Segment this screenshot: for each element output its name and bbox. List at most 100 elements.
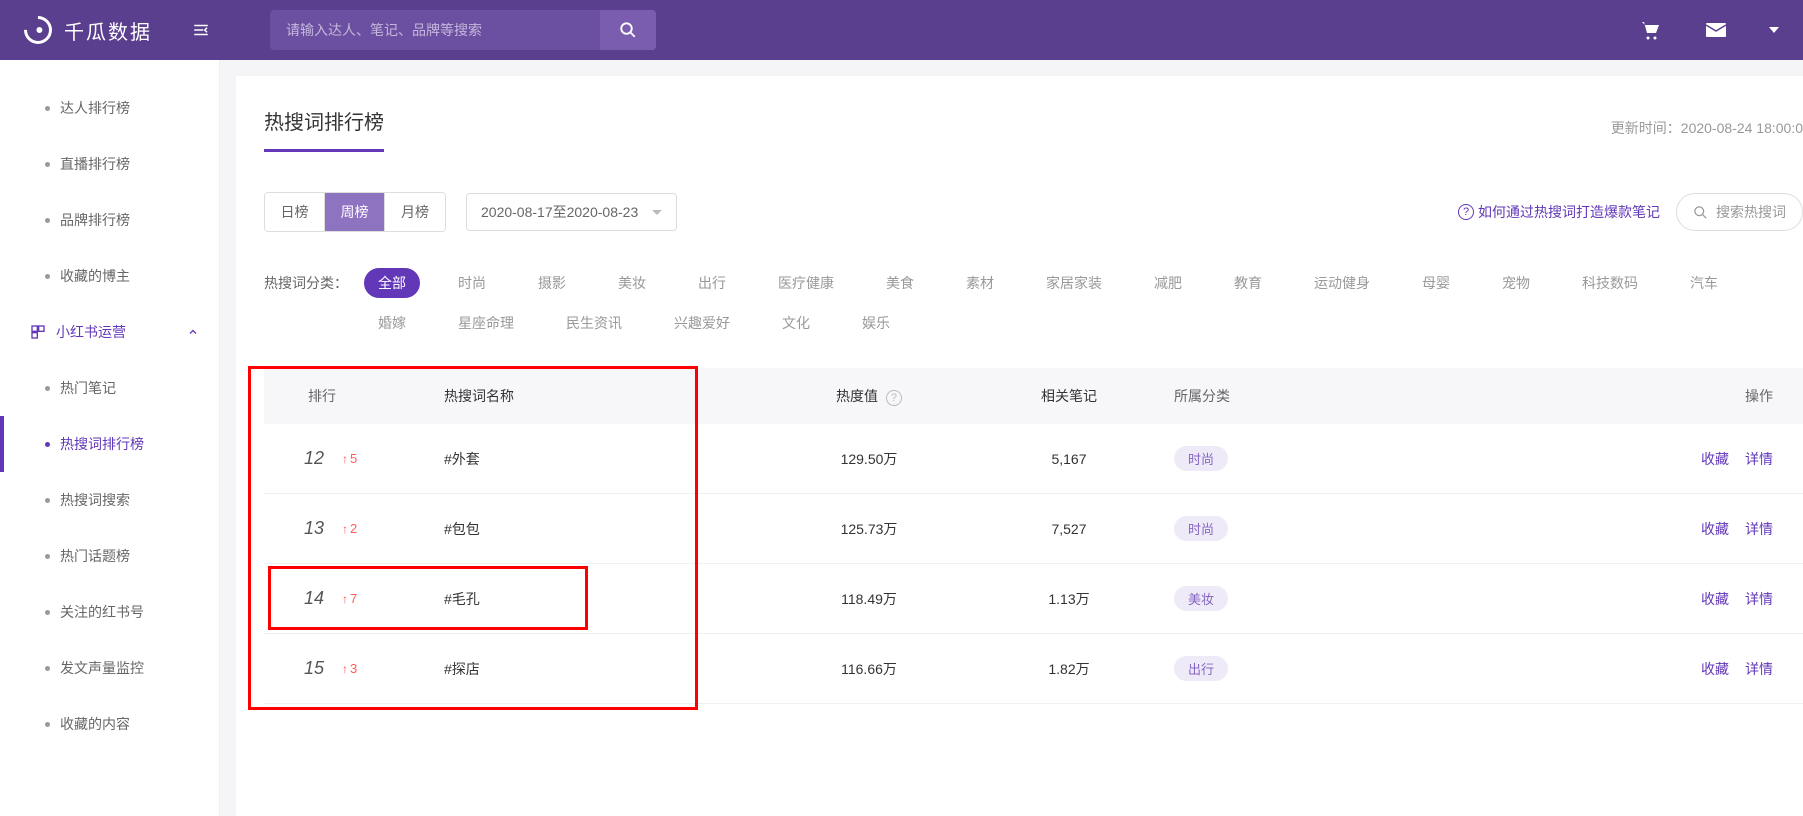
user-menu-trigger[interactable] <box>1769 17 1779 43</box>
rank-delta: ↑3 <box>342 661 357 676</box>
rank-delta: ↑2 <box>342 521 357 536</box>
category-item[interactable]: 宠物 <box>1488 268 1544 298</box>
category-item[interactable]: 医疗健康 <box>764 268 848 298</box>
rank-number: 14 <box>294 588 324 609</box>
category-item[interactable]: 美妆 <box>604 268 660 298</box>
table-row: 12↑5#外套129.50万5,167时尚收藏详情 <box>264 424 1803 494</box>
mail-icon[interactable] <box>1703 17 1729 43</box>
cell-category: 美妆 <box>1174 586 1434 611</box>
category-item[interactable]: 娱乐 <box>848 308 904 338</box>
category-tag: 美妆 <box>1174 586 1228 611</box>
content-panel: 热搜词排行榜 更新时间：2020-08-24 18:00:0 日榜周榜月榜 20… <box>236 76 1803 816</box>
category-item[interactable]: 全部 <box>364 268 420 298</box>
sidebar-group-xiaohongshu[interactable]: 小红书运营 <box>0 304 219 360</box>
question-icon: ? <box>1458 204 1474 220</box>
cell-rank: 15↑3 <box>284 658 444 679</box>
col-header-notes: 相关笔记 <box>964 386 1174 406</box>
cell-keyword: #包包 <box>444 519 774 539</box>
category-item[interactable]: 运动健身 <box>1300 268 1384 298</box>
cell-keyword: #外套 <box>444 449 774 469</box>
update-time: 更新时间：2020-08-24 18:00:0 <box>1611 118 1803 152</box>
category-item[interactable]: 婚嫁 <box>364 308 420 338</box>
category-item[interactable]: 家居家装 <box>1032 268 1116 298</box>
question-icon[interactable]: ? <box>886 390 902 406</box>
rank-number: 13 <box>294 518 324 539</box>
period-tab[interactable]: 月榜 <box>385 193 445 231</box>
category-item[interactable]: 兴趣爱好 <box>660 308 744 338</box>
period-tab[interactable]: 日榜 <box>265 193 325 231</box>
category-item[interactable]: 科技数码 <box>1568 268 1652 298</box>
cell-category: 时尚 <box>1174 516 1434 541</box>
favorite-link[interactable]: 收藏 <box>1701 449 1729 469</box>
cell-category: 时尚 <box>1174 446 1434 471</box>
category-item[interactable]: 美食 <box>872 268 928 298</box>
sidebar-item[interactable]: 热搜词排行榜 <box>0 416 219 472</box>
category-item[interactable]: 星座命理 <box>444 308 528 338</box>
cell-notes: 1.82万 <box>964 659 1174 679</box>
category-item[interactable]: 汽车 <box>1676 268 1732 298</box>
rank-number: 12 <box>294 448 324 469</box>
logo-icon <box>18 10 58 50</box>
sidebar-item[interactable]: 热门话题榜 <box>0 528 219 584</box>
category-item[interactable]: 减肥 <box>1140 268 1196 298</box>
logo-text: 千瓜数据 <box>64 16 152 45</box>
sidebar-item[interactable]: 收藏的博主 <box>0 248 219 304</box>
arrow-up-icon: ↑ <box>342 452 348 466</box>
sidebar-item[interactable]: 品牌排行榜 <box>0 192 219 248</box>
cell-ops: 收藏详情 <box>1434 659 1783 679</box>
category-filter: 热搜词分类： 全部时尚摄影美妆出行医疗健康美食素材家居家装减肥教育运动健身母婴宠… <box>264 268 1803 348</box>
cell-notes: 1.13万 <box>964 589 1174 609</box>
category-item[interactable]: 民生资讯 <box>552 308 636 338</box>
cell-rank: 14↑7 <box>284 588 444 609</box>
category-item[interactable]: 母婴 <box>1408 268 1464 298</box>
local-search[interactable]: 搜索热搜词 <box>1676 193 1803 231</box>
chevron-up-icon <box>187 326 199 338</box>
table-row: 15↑3#探店116.66万1.82万出行收藏详情 <box>264 634 1803 704</box>
arrow-up-icon: ↑ <box>342 662 348 676</box>
col-header-heat: 热度值 ? <box>774 386 964 406</box>
sidebar-item[interactable]: 发文声量监控 <box>0 640 219 696</box>
detail-link[interactable]: 详情 <box>1745 589 1773 609</box>
sidebar-item[interactable]: 达人排行榜 <box>0 80 219 136</box>
search-input[interactable] <box>270 10 600 50</box>
detail-link[interactable]: 详情 <box>1745 449 1773 469</box>
favorite-link[interactable]: 收藏 <box>1701 659 1729 679</box>
sidebar-item[interactable]: 热门笔记 <box>0 360 219 416</box>
cell-rank: 12 ↑5 <box>284 448 444 469</box>
category-item[interactable]: 素材 <box>952 268 1008 298</box>
cell-ops: 收藏详情 <box>1434 519 1783 539</box>
ranking-table: 排行 热搜词名称 热度值 ? 相关笔记 所属分类 操作 12↑5#外套129.5… <box>264 368 1803 704</box>
cell-heat: 116.66万 <box>774 659 964 679</box>
detail-link[interactable]: 详情 <box>1745 659 1773 679</box>
rank-delta: ↑5 <box>342 451 357 466</box>
category-item[interactable]: 教育 <box>1220 268 1276 298</box>
category-label: 热搜词分类： <box>264 268 348 298</box>
category-item[interactable]: 时尚 <box>444 268 500 298</box>
controls-row: 日榜周榜月榜 2020-08-17至2020-08-23 ? 如何通过热搜词打造… <box>264 192 1803 232</box>
category-item[interactable]: 出行 <box>684 268 740 298</box>
cell-notes: 7,527 <box>964 521 1174 537</box>
tip-link[interactable]: ? 如何通过热搜词打造爆款笔记 <box>1458 202 1660 222</box>
category-tag: 出行 <box>1174 656 1228 681</box>
sidebar-item[interactable]: 直播排行榜 <box>0 136 219 192</box>
sidebar-item[interactable]: 关注的红书号 <box>0 584 219 640</box>
sidebar-item[interactable]: 收藏的内容 <box>0 696 219 752</box>
cell-heat: 125.73万 <box>774 519 964 539</box>
date-range-select[interactable]: 2020-08-17至2020-08-23 <box>466 193 677 231</box>
category-tag: 时尚 <box>1174 446 1228 471</box>
category-item[interactable]: 摄影 <box>524 268 580 298</box>
detail-link[interactable]: 详情 <box>1745 519 1773 539</box>
sidebar-collapse-toggle[interactable] <box>192 21 210 39</box>
logo[interactable]: 千瓜数据 <box>24 16 152 45</box>
period-tab[interactable]: 周榜 <box>325 193 385 231</box>
chevron-down-icon <box>652 210 662 215</box>
cell-ops: 收藏详情 <box>1434 589 1783 609</box>
col-header-ops: 操作 <box>1434 386 1783 406</box>
search-button[interactable] <box>600 10 656 50</box>
cart-icon[interactable] <box>1637 17 1663 43</box>
favorite-link[interactable]: 收藏 <box>1701 589 1729 609</box>
favorite-link[interactable]: 收藏 <box>1701 519 1729 539</box>
table-header: 排行 热搜词名称 热度值 ? 相关笔记 所属分类 操作 <box>264 368 1803 424</box>
sidebar-item[interactable]: 热搜词搜索 <box>0 472 219 528</box>
category-item[interactable]: 文化 <box>768 308 824 338</box>
